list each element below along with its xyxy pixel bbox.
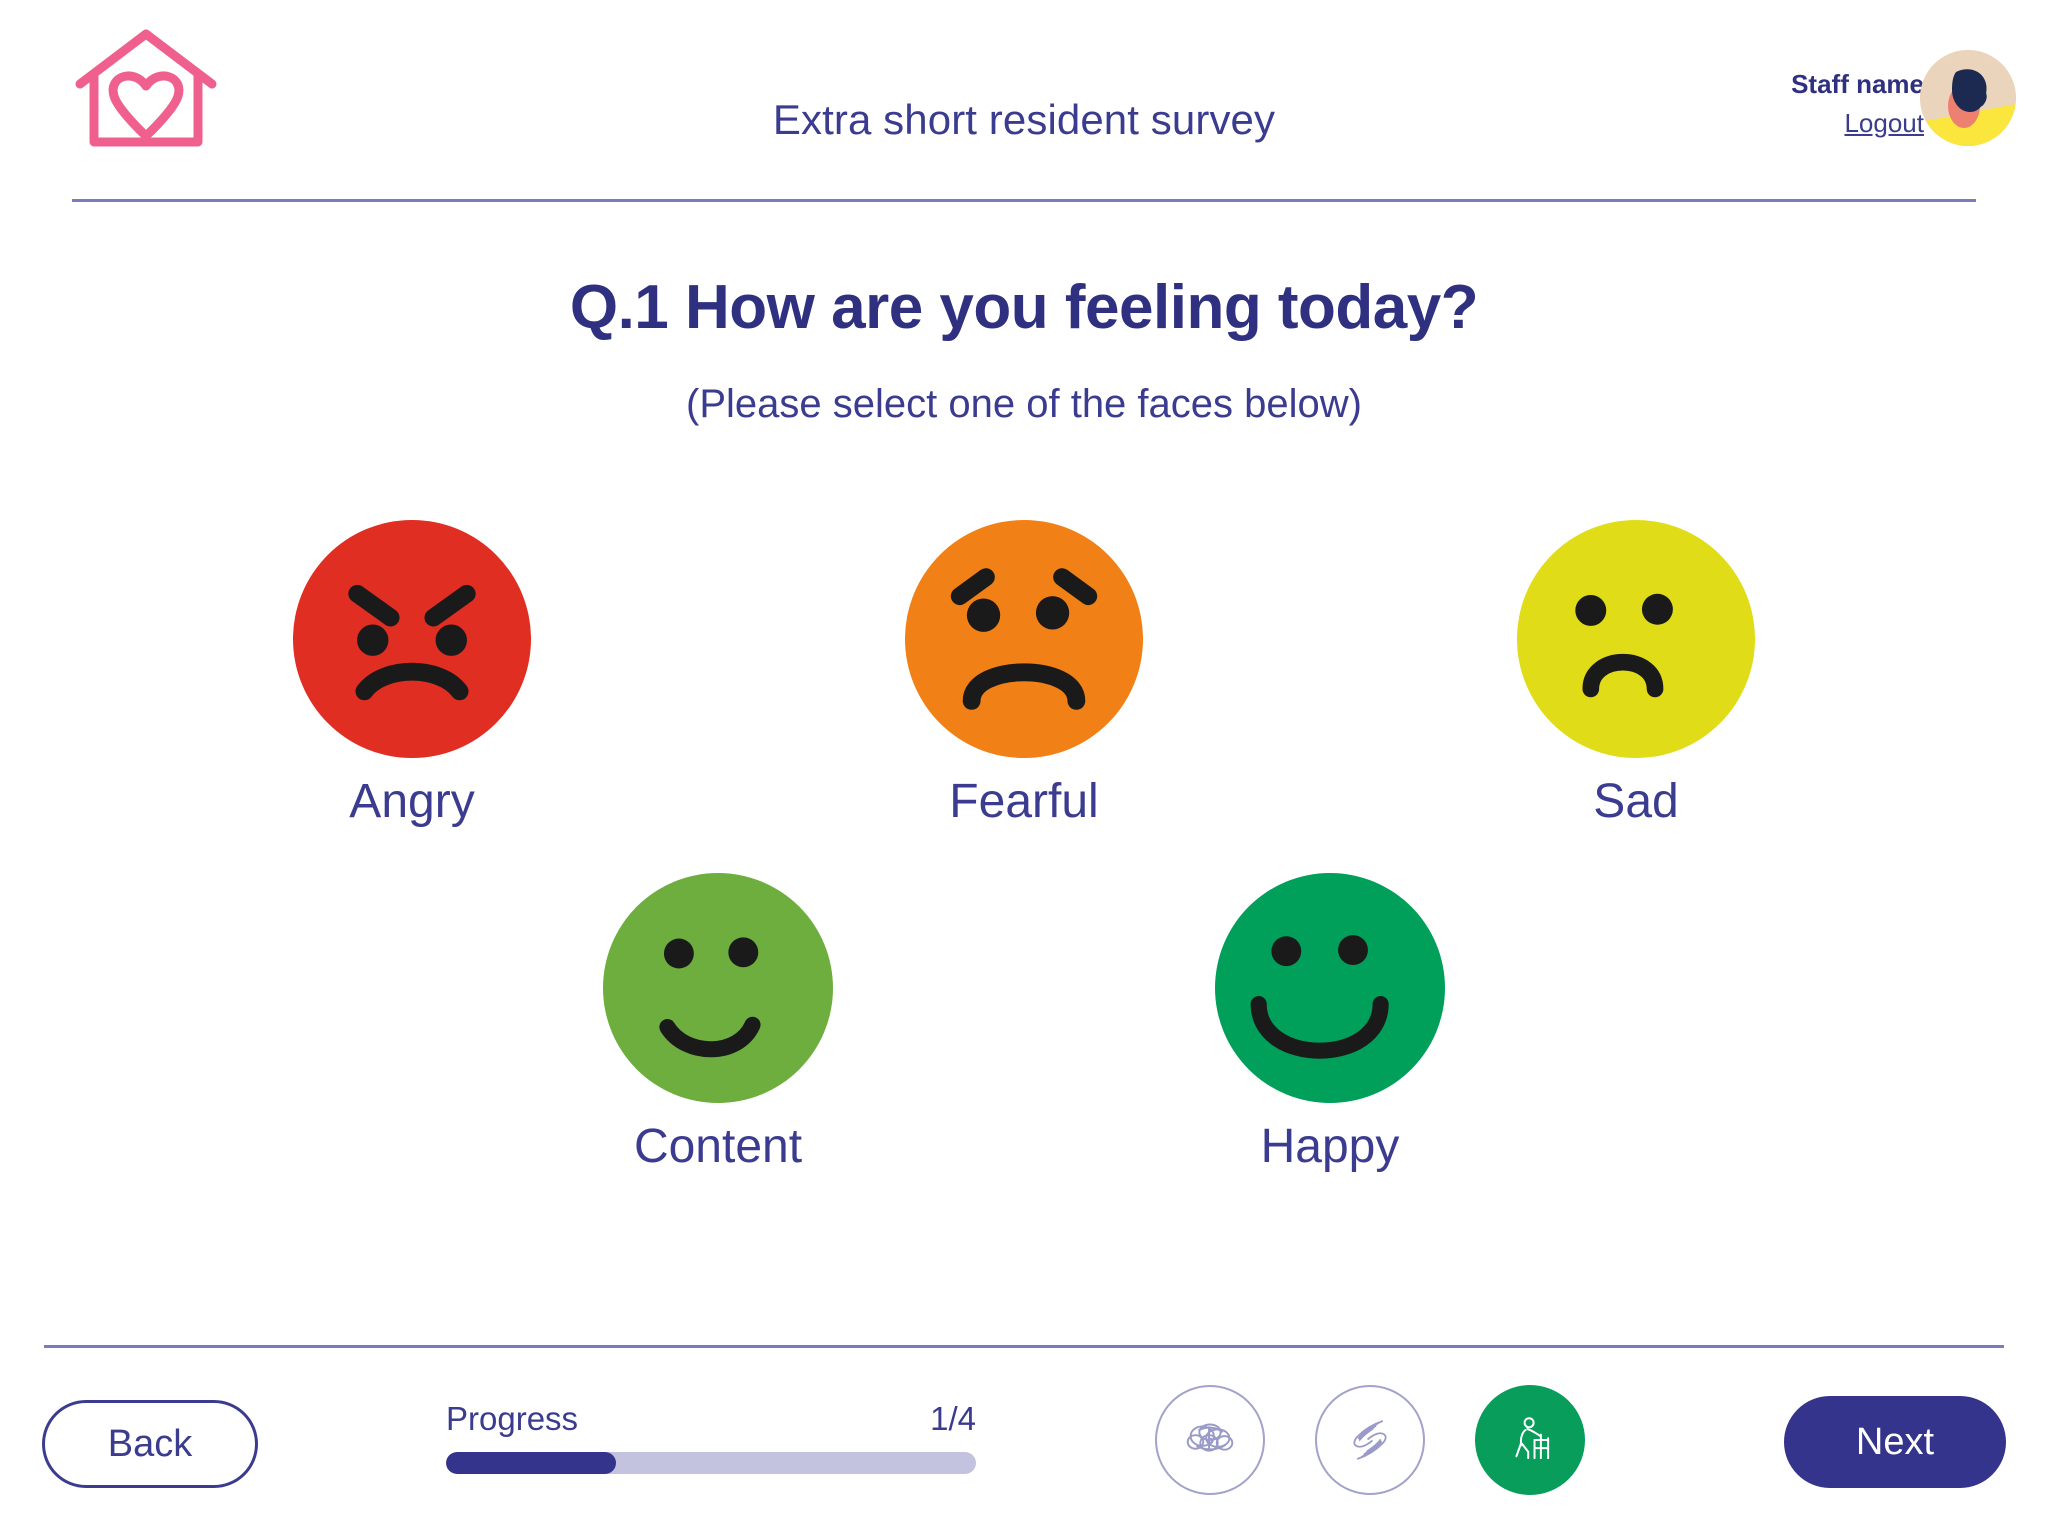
progress-label: Progress (446, 1400, 579, 1437)
face-option-angry[interactable]: Angry (286, 520, 538, 829)
face-option-happy[interactable]: Happy (1204, 873, 1456, 1174)
footer-divider (44, 1345, 2004, 1348)
category-icon-group (1155, 1385, 1585, 1495)
progress-section: Progress 1/4 (446, 1400, 976, 1474)
staff-block: Staff name Logout (1791, 68, 1924, 139)
question-heading: Q.1 How are you feeling today? (569, 273, 1479, 342)
staff-name: Staff name (1791, 69, 1924, 99)
face-label: Angry (349, 775, 475, 828)
sad-face-icon[interactable] (1517, 520, 1755, 758)
happy-face-icon[interactable] (1215, 873, 1445, 1103)
brain-icon (1179, 1409, 1241, 1471)
face-label: Happy (1260, 1120, 1400, 1173)
walking-frame-icon-button[interactable] (1475, 1385, 1585, 1495)
face-row-1: Angry Fearful Sad (0, 520, 2048, 829)
header-divider (72, 199, 1976, 202)
progress-bar-fill (446, 1452, 616, 1474)
survey-page: Extra short resident survey Staff name L… (0, 0, 2048, 1530)
content-face-icon[interactable] (603, 873, 833, 1103)
progress-bar (446, 1452, 976, 1474)
next-button[interactable]: Next (1784, 1396, 2006, 1488)
page-title: Extra short resident survey (772, 96, 1276, 143)
fearful-face-icon[interactable] (905, 520, 1143, 758)
face-label: Fearful (949, 775, 1099, 828)
face-label: Content (633, 1120, 803, 1173)
question-subtitle: (Please select one of the faces below) (686, 382, 1362, 426)
face-row-2: Content Happy (0, 873, 2048, 1174)
caring-hands-icon-button[interactable] (1315, 1385, 1425, 1495)
angry-face-icon[interactable] (293, 520, 531, 758)
brain-icon-button[interactable] (1155, 1385, 1265, 1495)
face-label: Sad (1593, 775, 1679, 828)
progress-header: Progress 1/4 (446, 1400, 976, 1438)
face-option-content[interactable]: Content (592, 873, 844, 1174)
face-options-group: Angry Fearful Sad Content Happy (0, 520, 2048, 1174)
app-header: Extra short resident survey Staff name L… (0, 0, 2048, 202)
face-option-fearful[interactable]: Fearful (898, 520, 1150, 829)
walking-frame-icon (1501, 1411, 1559, 1469)
avatar[interactable] (1920, 50, 2016, 146)
face-option-sad[interactable]: Sad (1510, 520, 1762, 829)
logout-link[interactable]: Logout (1844, 107, 1924, 140)
caring-hands-icon (1340, 1410, 1400, 1470)
progress-count: 1/4 (930, 1400, 976, 1437)
back-button[interactable]: Back (42, 1400, 258, 1488)
